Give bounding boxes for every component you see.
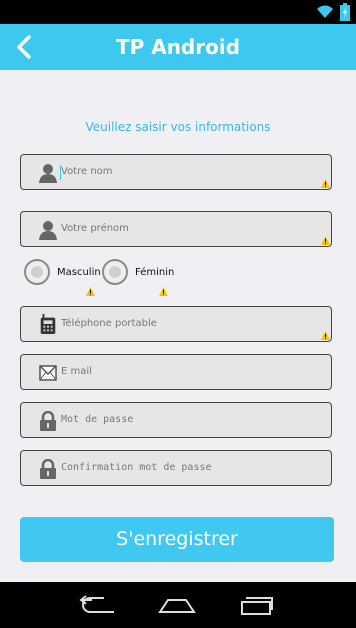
email-field[interactable]: E mail — [20, 354, 332, 390]
nav-back-icon — [79, 595, 114, 613]
name-placeholder: Votre nom — [61, 166, 113, 177]
radio-circle — [24, 259, 50, 285]
battery-icon — [340, 3, 350, 21]
phone-icon — [40, 314, 56, 334]
navigation-bar — [0, 582, 356, 628]
email-placeholder: E mail — [61, 366, 92, 377]
firstname-field[interactable]: Votre prénom — [20, 211, 332, 247]
confirm-password-field[interactable]: Confirmation mot de passe — [20, 450, 332, 486]
radio-feminin[interactable]: Féminin — [102, 257, 174, 287]
page-title: TP Android — [115, 35, 241, 59]
register-button[interactable]: S'enregistrer — [20, 517, 334, 562]
warning-icon — [321, 236, 330, 245]
password-field[interactable]: Mot de passe — [20, 402, 332, 438]
name-field[interactable]: Votre nom — [20, 154, 332, 190]
phone-placeholder: Téléphone portable — [61, 318, 157, 329]
form-subtitle: Veuillez saisir vos informations — [85, 120, 271, 134]
warning-icon — [321, 331, 330, 340]
radio-label-feminin: Féminin — [135, 266, 175, 278]
nav-recent-icon — [241, 597, 273, 615]
wifi-icon — [317, 5, 333, 18]
password-placeholder: Mot de passe — [61, 414, 134, 425]
firstname-placeholder: Votre prénom — [61, 223, 129, 234]
warning-icon — [86, 287, 95, 296]
status-bar — [0, 0, 356, 24]
person-icon — [39, 221, 57, 240]
status-icons — [316, 3, 350, 21]
app-bar: TP Android — [0, 24, 356, 70]
radio-label-masculin: Masculin — [57, 266, 101, 278]
confirm-password-placeholder: Confirmation mot de passe — [61, 462, 212, 473]
warning-icon — [321, 179, 330, 188]
nav-home-icon — [158, 599, 196, 613]
registration-form: Veuillez saisir vos informations Votre n… — [0, 70, 356, 582]
envelope-icon — [39, 365, 57, 381]
nav-back-button[interactable] — [78, 592, 118, 618]
warning-icon — [159, 287, 168, 296]
lock-icon — [40, 411, 56, 431]
person-icon — [39, 164, 57, 183]
phone-field[interactable]: Téléphone portable — [20, 306, 332, 342]
nav-home-button[interactable] — [157, 592, 197, 618]
nav-recent-button[interactable] — [236, 592, 276, 618]
gender-radio-group: Masculin Féminin — [24, 257, 324, 297]
lock-icon — [40, 459, 56, 479]
radio-circle — [102, 259, 128, 285]
radio-masculin[interactable]: Masculin — [24, 257, 101, 287]
